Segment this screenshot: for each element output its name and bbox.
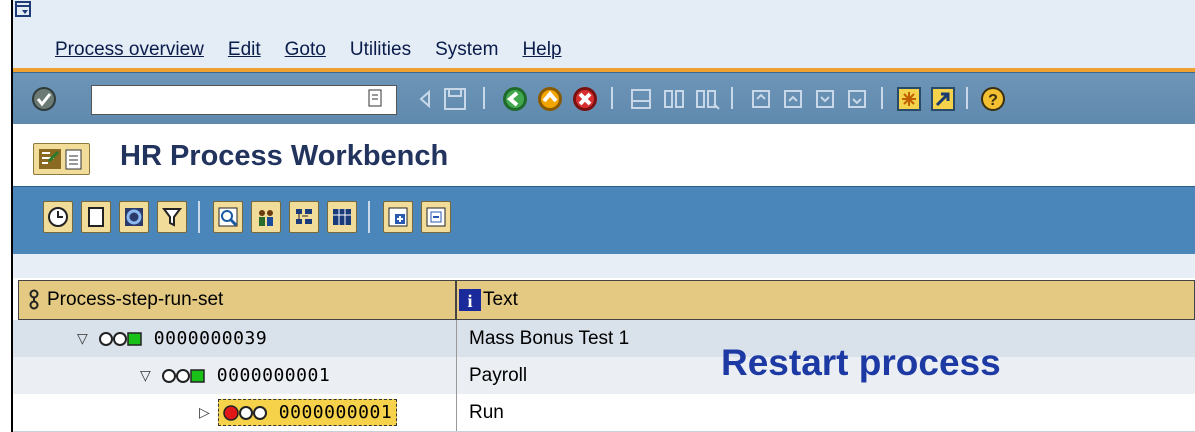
print-icon[interactable] — [626, 84, 656, 114]
people-button[interactable] — [251, 201, 281, 233]
save-icon[interactable] — [440, 84, 470, 114]
back-icon[interactable] — [500, 84, 530, 114]
execute-button[interactable] — [43, 201, 73, 233]
last-page-icon[interactable] — [842, 84, 872, 114]
layout-icon — [333, 209, 351, 225]
status-lights-green-icon — [98, 331, 142, 346]
exit-icon[interactable] — [535, 84, 565, 114]
standard-toolbar: ? — [13, 72, 1195, 125]
menu-utilities[interactable]: Utilities — [350, 39, 411, 61]
prev-page-icon[interactable] — [778, 84, 808, 114]
menu-bar: Process overview Edit Goto Utilities Sys… — [13, 32, 1195, 68]
execute-icon — [48, 207, 68, 227]
restart-process-callout: Restart process — [721, 342, 1001, 383]
row-text: Run — [469, 401, 504, 423]
new-session-icon[interactable] — [894, 84, 924, 114]
hierarchy-icon — [296, 209, 312, 224]
status-lights-green-icon — [161, 368, 205, 383]
application-toolbar — [13, 186, 1195, 255]
cancel-icon[interactable] — [570, 84, 600, 114]
enter-icon[interactable] — [29, 84, 59, 114]
command-field[interactable] — [91, 85, 397, 115]
filter-button[interactable] — [157, 201, 187, 233]
menu-edit[interactable]: Edit — [228, 39, 261, 61]
next-page-icon[interactable] — [810, 84, 840, 114]
expand-triangle-icon[interactable]: ▽ — [140, 367, 151, 384]
find-icon[interactable] — [659, 84, 689, 114]
expand-triangle-icon[interactable]: ▽ — [77, 330, 88, 347]
svg-text:?: ? — [988, 92, 998, 109]
people-icon — [259, 210, 273, 226]
column-header-text[interactable]: i Text — [456, 280, 1195, 320]
table-row[interactable]: ▽ 0000000001 Payroll — [13, 357, 1195, 395]
new-icon — [88, 207, 104, 227]
collapse-button[interactable] — [421, 201, 451, 233]
expand-button[interactable] — [383, 201, 413, 233]
expand-icon — [388, 207, 408, 227]
find-next-icon[interactable] — [692, 84, 722, 114]
menu-process-overview[interactable]: Process overview — [55, 39, 204, 61]
menu-system[interactable]: System — [435, 39, 498, 61]
refresh-button[interactable] — [119, 201, 149, 233]
table-row[interactable]: ▽ 0000000039 Mass Bonus Test 1 — [13, 320, 1195, 358]
run-set-id: 0000000001 — [216, 365, 331, 386]
menu-goto[interactable]: Goto — [285, 39, 326, 61]
layout-button[interactable] — [327, 201, 357, 233]
column-header-process-step[interactable]: Process-step-run-set — [18, 280, 456, 320]
selected-node[interactable]: 0000000001 — [217, 399, 398, 426]
info-icon: i — [459, 289, 481, 311]
new-button[interactable] — [81, 201, 111, 233]
hierarchy-button[interactable] — [289, 201, 319, 233]
hierarchy-key-icon — [29, 289, 39, 310]
toolbar-spacer — [13, 254, 1195, 278]
filter-icon — [162, 208, 182, 227]
header-label-text: Text — [483, 289, 518, 310]
dropdown-icon[interactable] — [367, 87, 385, 109]
menu-toggle-button[interactable] — [33, 143, 90, 175]
collapsed-triangle-icon[interactable]: ▷ — [199, 404, 210, 421]
page-title: HR Process Workbench — [120, 140, 449, 172]
shortcut-icon[interactable] — [928, 84, 958, 114]
detail-button[interactable] — [213, 201, 243, 233]
header-label-process-step: Process-step-run-set — [47, 289, 224, 310]
svg-text:i: i — [467, 291, 472, 311]
collapse-icon — [426, 207, 446, 227]
row-text: Mass Bonus Test 1 — [469, 327, 630, 349]
refresh-icon — [125, 208, 143, 226]
system-menu-icon[interactable] — [14, 0, 34, 20]
status-lights-red-icon — [223, 404, 267, 421]
table-row[interactable]: ▷ 0000000001 Run — [13, 394, 1195, 432]
run-set-id: 0000000001 — [278, 402, 393, 423]
row-text: Payroll — [469, 364, 528, 386]
back-arrow-icon[interactable] — [411, 84, 441, 114]
help-icon[interactable]: ? — [978, 84, 1008, 114]
run-set-id: 0000000039 — [153, 328, 268, 349]
detail-icon — [218, 207, 238, 227]
title-strip — [13, 0, 1195, 32]
menu-help[interactable]: Help — [522, 39, 561, 61]
first-page-icon[interactable] — [746, 84, 776, 114]
